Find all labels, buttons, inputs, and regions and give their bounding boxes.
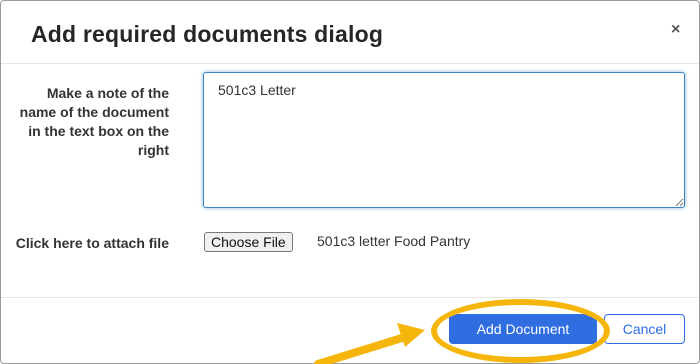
attach-label: Click here to attach file bbox=[15, 235, 169, 251]
add-documents-dialog: Add required documents dialog × Make a n… bbox=[0, 0, 700, 364]
add-document-button[interactable]: Add Document bbox=[449, 314, 597, 344]
close-icon[interactable]: × bbox=[671, 21, 680, 39]
choose-file-button[interactable]: Choose File bbox=[204, 232, 293, 252]
selected-file-name: 501c3 letter Food Pantry bbox=[317, 233, 471, 249]
note-label: Make a note of the name of the document … bbox=[19, 85, 169, 158]
dialog-title: Add required documents dialog bbox=[31, 21, 384, 47]
footer-divider bbox=[1, 297, 699, 298]
document-name-textarea[interactable] bbox=[203, 72, 685, 208]
dialog-header: Add required documents dialog × bbox=[1, 1, 699, 64]
cancel-button[interactable]: Cancel bbox=[604, 314, 685, 344]
